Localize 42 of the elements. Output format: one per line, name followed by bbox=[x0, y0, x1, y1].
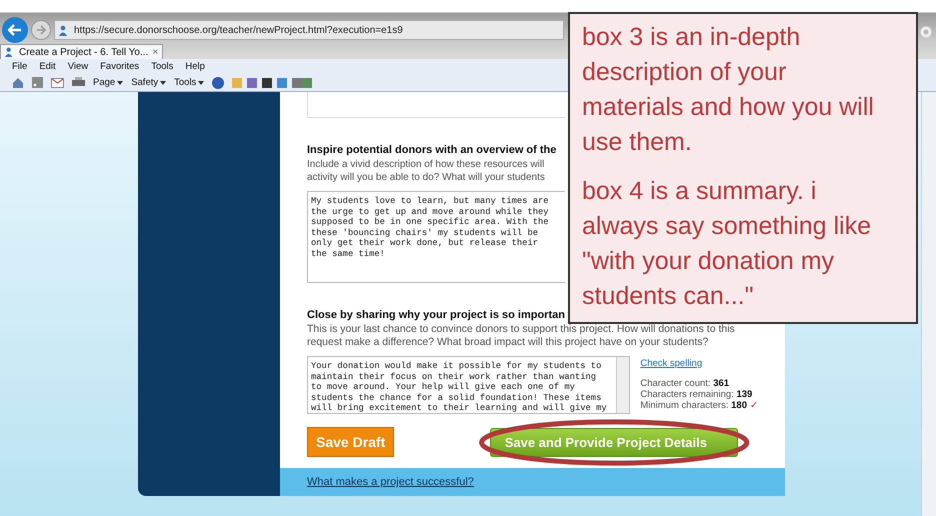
command-menu[interactable]: Safety bbox=[131, 77, 166, 88]
menu-item[interactable]: View bbox=[68, 61, 88, 72]
tab-title: Create a Project - 6. Tell Yo... bbox=[19, 46, 148, 58]
menu-item[interactable]: Tools bbox=[151, 61, 174, 72]
forward-button[interactable] bbox=[31, 20, 51, 40]
print-icon[interactable] bbox=[72, 77, 85, 88]
back-button[interactable] bbox=[2, 17, 28, 43]
tab-close-button[interactable]: × bbox=[152, 46, 158, 58]
scrollbar[interactable] bbox=[921, 92, 936, 516]
menu-item[interactable]: File bbox=[12, 61, 28, 72]
character-stat: Characters remaining: 139 bbox=[640, 389, 754, 400]
menu-item[interactable]: Edit bbox=[39, 61, 56, 72]
text-area[interactable]: My students love to learn, but many times are the urge to get up and move around while they supposed to be in one specific area. With the these 'bouncing chairs' my students will be only get their work done, but release their the same time! bbox=[307, 191, 565, 283]
caret-icon bbox=[117, 80, 124, 85]
section-description: activity will you be able to do? What will your students bbox=[307, 171, 546, 184]
character-stat: Character count: 361 bbox=[640, 378, 730, 389]
note-text: box 3 is an in-depth description of your materials and how you will use them. bbox=[582, 22, 875, 158]
note-text: box 4 is a summary. i always say something like "with your donation my students can..." bbox=[582, 176, 872, 312]
character-stat: Minimum characters: 180 ✓ bbox=[640, 400, 758, 411]
section-heading: Close by sharing why your project is so importan bbox=[307, 309, 566, 321]
section-heading: Inspire potential donors with an overview of the bbox=[307, 144, 558, 156]
section-description: This is your last chance to convince donors to support this project. How will donations to this request make a difference? What broad impact will this project have on your students? bbox=[307, 323, 736, 349]
forward-arrow-icon bbox=[36, 25, 46, 35]
menu-item[interactable]: Favorites bbox=[100, 61, 140, 72]
section-description: Include a vivid description of how these resources will bbox=[307, 158, 546, 171]
feed-icon[interactable] bbox=[32, 77, 43, 88]
caret-icon bbox=[198, 80, 204, 85]
site-icon bbox=[59, 24, 70, 36]
caret-icon bbox=[160, 80, 166, 85]
back-arrow-icon bbox=[8, 24, 22, 36]
help-link[interactable]: What makes a project successful? bbox=[307, 476, 474, 488]
home-icon[interactable] bbox=[12, 76, 24, 89]
mail-icon[interactable] bbox=[51, 78, 64, 88]
menu-item[interactable]: Help bbox=[185, 61, 205, 72]
browser-tab[interactable]: Create a Project - 6. Tell Yo... × bbox=[0, 44, 164, 60]
check-spelling-link[interactable]: Check spelling bbox=[640, 358, 758, 369]
toolbar-icons-drawing[interactable] bbox=[232, 76, 312, 89]
text-area[interactable]: Your donation would make it possible for my students to maintain their focus on their work rather than wanting to move around. Your help will give each one of my students the chance for a solid foundation! These items will bring excitement to their learning and will give my bbox=[307, 356, 630, 414]
command-menu[interactable]: Page bbox=[93, 77, 124, 88]
address-bar[interactable]: https://secure.donorschoose.org/teacher/newProject.html?execution=e1s9 bbox=[54, 20, 564, 40]
site-icon bbox=[5, 47, 15, 58]
command-menu[interactable]: Tools bbox=[174, 77, 204, 88]
